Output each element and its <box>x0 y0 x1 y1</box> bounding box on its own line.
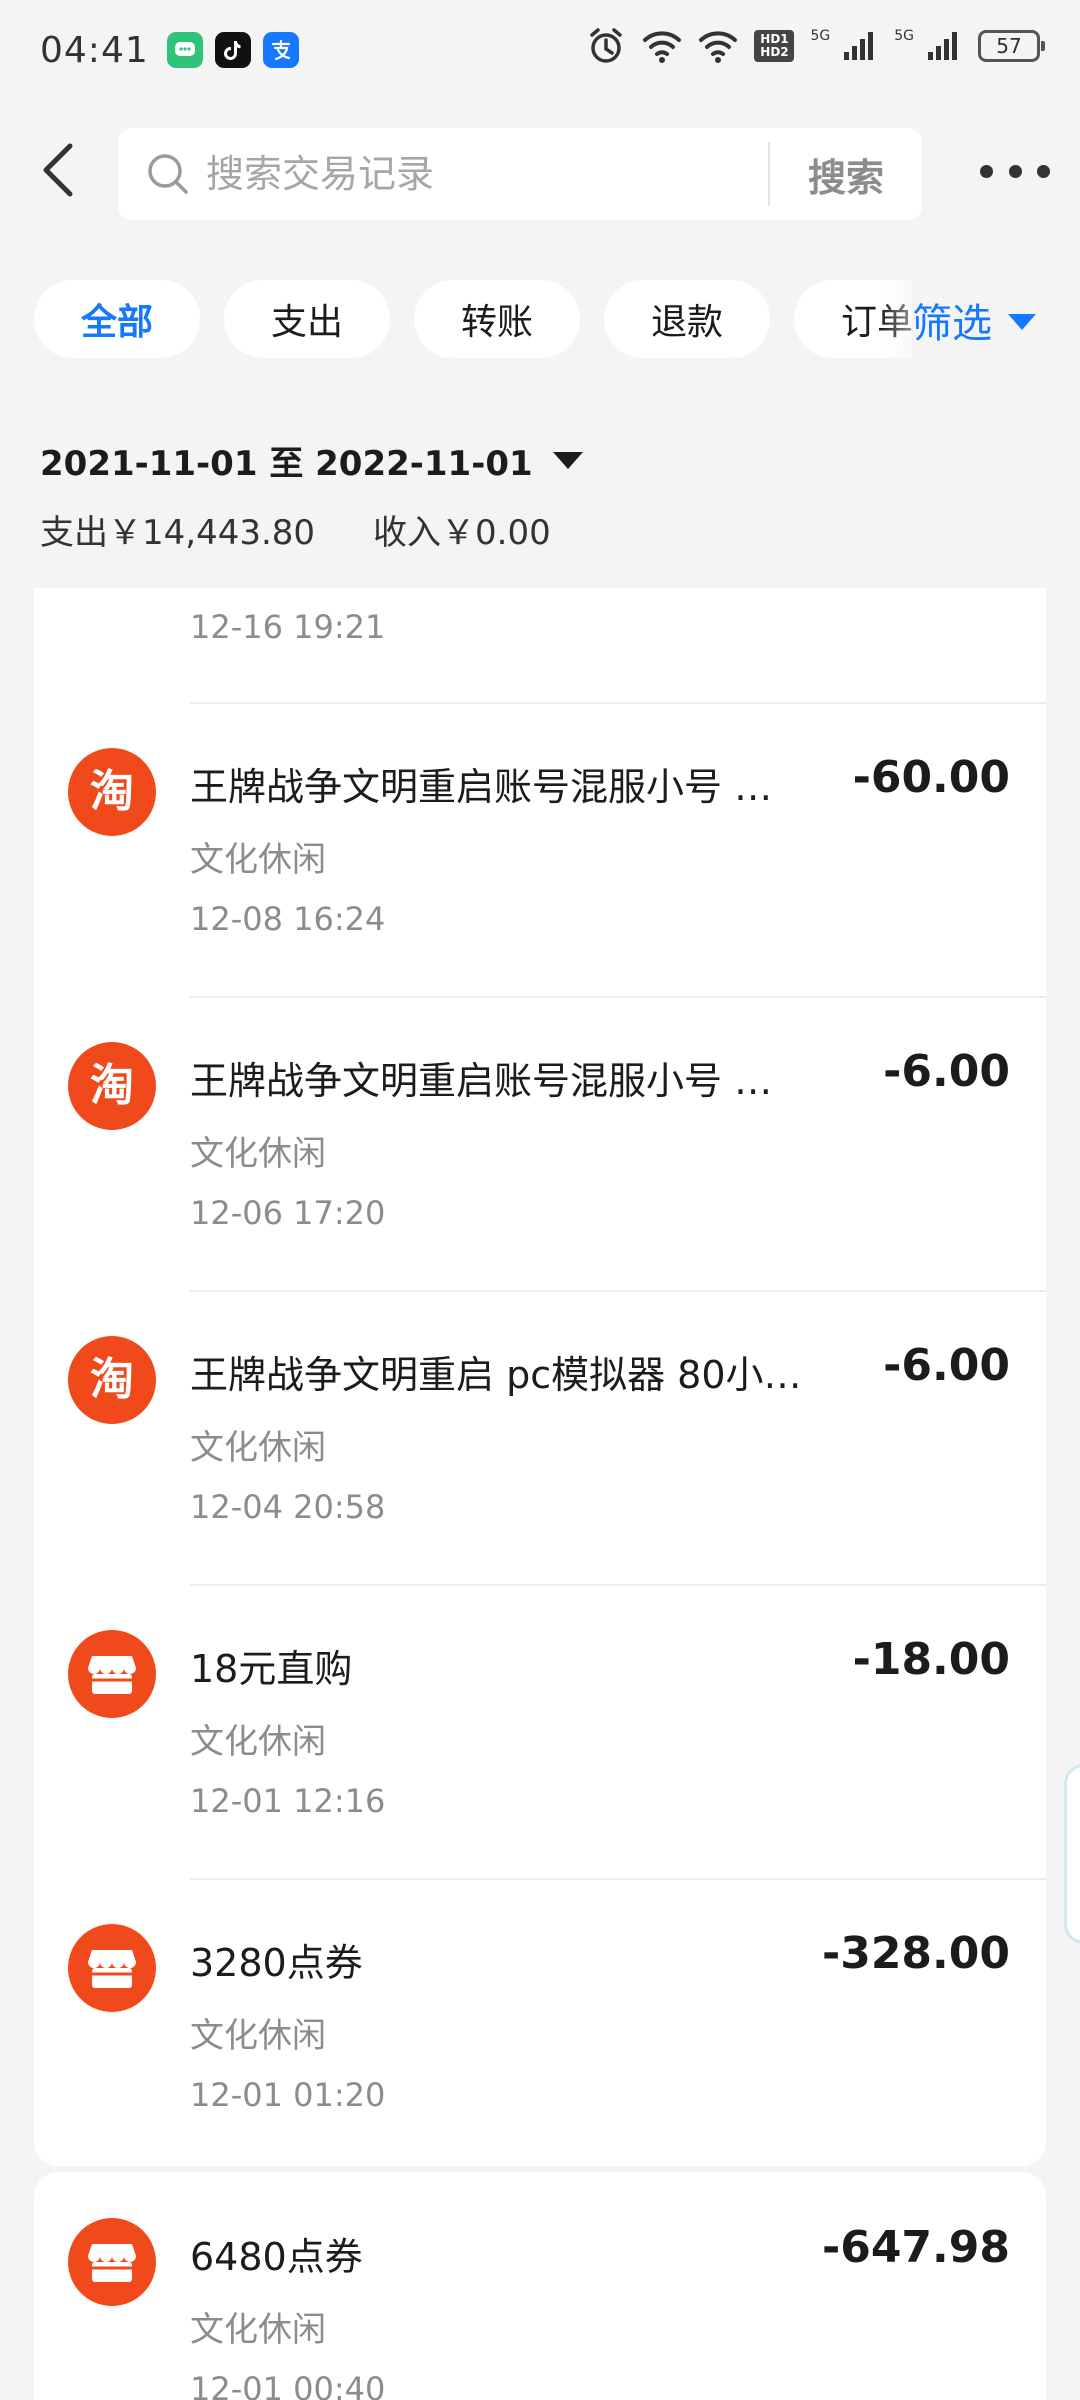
divider <box>190 1584 1046 1586</box>
transaction-time: 12-01 12:16 <box>190 1782 386 1820</box>
transaction-category: 文化休闲 <box>190 1134 326 1174</box>
transaction-time: 12-08 16:24 <box>190 900 386 938</box>
transaction-title: 3280点券 <box>190 1941 363 1985</box>
back-button[interactable] <box>32 138 92 202</box>
wifi-icon <box>642 26 682 66</box>
transaction-title: 18元直购 <box>190 1647 353 1691</box>
transaction-title: 王牌战争文明重启 pc模拟器 80小时 直充 <box>190 1353 810 1397</box>
taobao-icon: 淘 <box>68 748 156 836</box>
chip-all[interactable]: 全部 <box>34 280 200 358</box>
date-range-selector[interactable]: 2021-11-01 至 2022-11-01 <box>40 436 583 485</box>
transaction-title: 王牌战争文明重启账号混服小号 社区服号 <box>190 765 810 809</box>
transaction-category: 文化休闲 <box>190 2310 326 2350</box>
transaction-amount: -60.00 <box>852 752 1010 803</box>
divider <box>190 1878 1046 1880</box>
divider <box>190 996 1046 998</box>
filter-chips: 全部 支出 转账 退款 订单 筛选 <box>0 280 1080 360</box>
summary: 支出￥14,443.80 收入￥0.00 <box>40 505 551 554</box>
tiktok-icon <box>214 32 251 68</box>
transaction-list-next: 6480点券 -647.98 文化休闲 12-01 00:40 <box>34 2172 1046 2400</box>
signal-icon <box>842 26 878 66</box>
store-icon <box>68 1924 156 2012</box>
divider <box>190 1290 1046 1292</box>
transaction-time: 12-01 00:40 <box>190 2370 386 2400</box>
chip-transfer[interactable]: 转账 <box>414 280 580 358</box>
chip-refund[interactable]: 退款 <box>604 280 770 358</box>
transaction-amount: -6.00 <box>883 1046 1010 1097</box>
hd-indicator: HD1 HD2 <box>754 30 795 62</box>
transaction-item[interactable]: 淘 王牌战争文明重启账号混服小号 社区服号 -60.00 文化休闲 12-08 … <box>34 702 1046 996</box>
transaction-amount: -6.00 <box>883 1340 1010 1391</box>
network-type-1: 5G <box>810 28 831 44</box>
network-type-2: 5G <box>894 28 914 44</box>
filter-button[interactable]: 筛选 <box>912 280 1080 360</box>
search-button[interactable]: 搜索 <box>770 128 922 220</box>
status-bar: 04:41 HD1 HD2 5G 5G 57 <box>0 0 1080 100</box>
divider <box>190 702 1046 704</box>
chip-expense[interactable]: 支出 <box>224 280 390 358</box>
transaction-item[interactable]: 3280点券 -328.00 文化休闲 12-01 01:20 <box>34 1878 1046 2172</box>
transaction-category: 文化休闲 <box>190 2016 326 2056</box>
transaction-list: 12-16 19:21 淘 王牌战争文明重启账号混服小号 社区服号 -60.00… <box>34 588 1046 2166</box>
search-icon <box>144 150 192 198</box>
more-dot-icon <box>980 164 993 178</box>
caret-down-icon <box>1008 314 1036 330</box>
transaction-category: 文化休闲 <box>190 1722 326 1762</box>
transaction-amount: -18.00 <box>852 1634 1010 1685</box>
transaction-item[interactable]: 18元直购 -18.00 文化休闲 12-01 12:16 <box>34 1584 1046 1878</box>
transaction-item[interactable]: 淘 王牌战争文明重启账号混服小号 社区服号 -6.00 文化休闲 12-06 1… <box>34 996 1046 1290</box>
more-dot-icon <box>1037 164 1050 178</box>
transaction-category: 文化休闲 <box>190 1428 326 1468</box>
caret-down-icon <box>552 452 583 469</box>
floating-side-tab[interactable] <box>1064 1764 1080 1944</box>
message-app-icon <box>166 32 203 68</box>
status-time: 04:41 <box>40 29 149 71</box>
transaction-time: 12-06 17:20 <box>190 1194 386 1232</box>
search-input[interactable] <box>206 152 746 196</box>
transaction-item[interactable]: 淘 王牌战争文明重启 pc模拟器 80小时 直充 -6.00 文化休闲 12-0… <box>34 1290 1046 1584</box>
signal-icon-2 <box>926 26 962 66</box>
more-options-button[interactable] <box>980 146 1050 196</box>
search-box[interactable]: 搜索 <box>118 128 922 220</box>
alarm-icon <box>586 26 626 66</box>
store-icon <box>68 1630 156 1718</box>
header: 搜索 <box>0 120 1080 220</box>
transaction-category: 文化休闲 <box>190 840 326 880</box>
alipay-icon <box>262 32 299 68</box>
filter-label: 筛选 <box>912 301 992 347</box>
first-item-time: 12-16 19:21 <box>190 608 386 646</box>
status-indicators: HD1 HD2 5G 5G 57 <box>586 26 1045 66</box>
taobao-icon: 淘 <box>68 1042 156 1130</box>
wifi-secondary-icon <box>698 26 738 66</box>
transaction-title: 6480点券 <box>190 2235 363 2279</box>
more-dot-icon <box>1008 164 1022 178</box>
battery-icon: 57 <box>978 30 1045 62</box>
taobao-icon: 淘 <box>68 1336 156 1424</box>
transaction-time: 12-01 01:20 <box>190 2076 386 2114</box>
transaction-item[interactable]: 6480点券 -647.98 文化休闲 12-01 00:40 <box>34 2172 1046 2400</box>
date-range-text: 2021-11-01 至 2022-11-01 <box>40 444 533 484</box>
expense-total: 支出￥14,443.80 <box>40 513 316 553</box>
transaction-title: 王牌战争文明重启账号混服小号 社区服号 <box>190 1059 810 1103</box>
transaction-time: 12-04 20:58 <box>190 1488 386 1526</box>
income-total: 收入￥0.00 <box>373 513 551 553</box>
transaction-amount: -328.00 <box>821 1928 1010 1979</box>
transaction-amount: -647.98 <box>821 2222 1010 2273</box>
store-icon <box>68 2218 156 2306</box>
